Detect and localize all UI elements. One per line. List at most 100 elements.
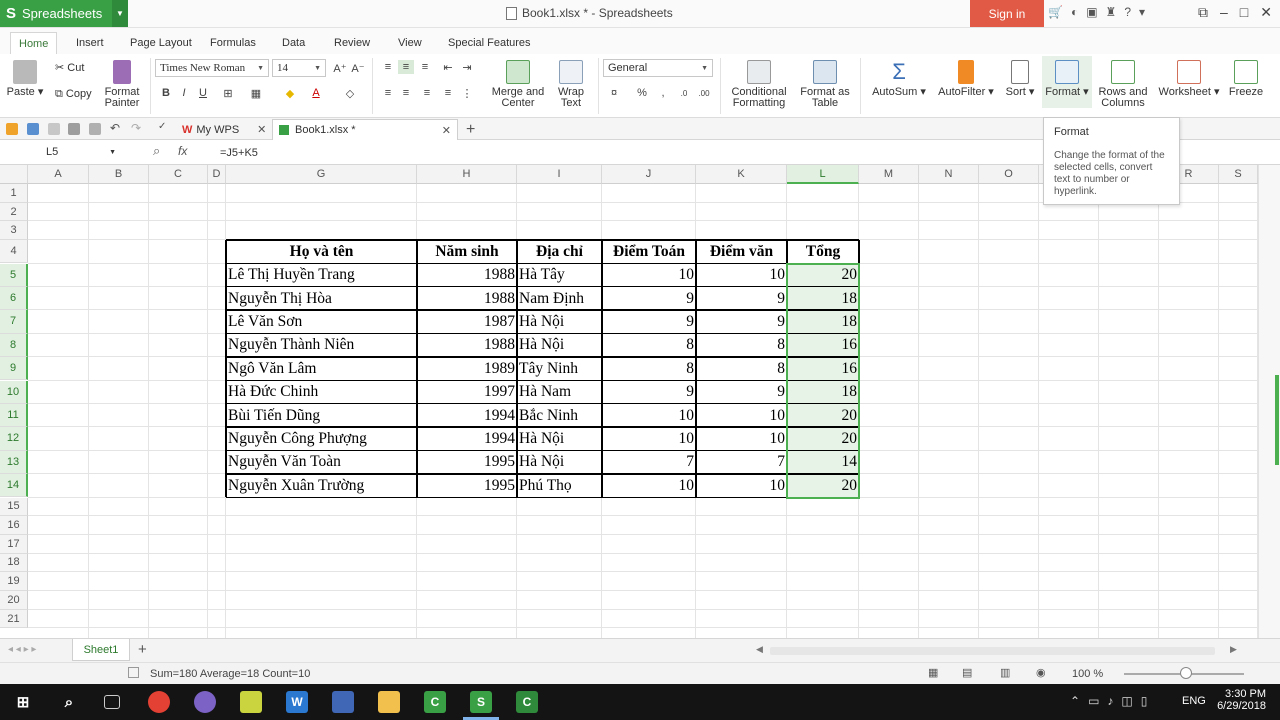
row-header[interactable]: 7 (0, 310, 28, 334)
chevron-down-icon[interactable]: ▼ (112, 0, 128, 27)
sort-button[interactable]: Sort ▾ (1002, 56, 1038, 98)
table-cell[interactable]: Nguyễn Thị Hòa (226, 287, 417, 310)
column-header[interactable]: N (919, 165, 979, 184)
formula-input[interactable]: =J5+K5 (220, 147, 258, 159)
table-cell[interactable]: 10 (696, 264, 787, 287)
scroll-right-icon[interactable]: ▶ (1230, 644, 1237, 655)
column-header[interactable]: M (859, 165, 919, 184)
align-middle-icon[interactable]: ≡ (398, 60, 414, 74)
language-indicator[interactable]: ENG (1182, 695, 1206, 707)
column-header[interactable]: G (226, 165, 417, 184)
viber-icon[interactable] (194, 691, 216, 713)
table-cell[interactable]: 1989 (417, 357, 517, 380)
table-cell[interactable]: 9 (602, 381, 696, 404)
table-cell[interactable]: Bùi Tiến Dũng (226, 404, 417, 427)
ps-icon[interactable] (332, 691, 354, 713)
tab-view[interactable]: View (390, 32, 430, 54)
row-header[interactable]: 12 (0, 427, 28, 451)
align-right-icon[interactable]: ≡ (419, 86, 435, 100)
tab-home[interactable]: Home (10, 32, 58, 54)
underline-icon[interactable]: U (195, 86, 211, 100)
row-header[interactable]: 14 (0, 474, 28, 498)
column-header[interactable]: O (979, 165, 1039, 184)
scroll-left-icon[interactable]: ◀ (756, 644, 763, 655)
battery-icon[interactable]: ▭ (1088, 694, 1099, 708)
row-header[interactable]: 16 (0, 516, 28, 535)
row-header[interactable]: 10 (0, 380, 28, 404)
table-header-cell[interactable]: Địa chỉ (517, 240, 602, 263)
windows-start-icon[interactable]: ⊞ (12, 691, 34, 713)
volume-icon[interactable]: ♪ (1107, 694, 1113, 708)
font-size-select[interactable]: 14 ▼ (272, 59, 326, 77)
new-tab-icon[interactable]: + (460, 119, 481, 140)
network-icon[interactable]: ◫ (1121, 694, 1132, 708)
table-cell[interactable]: 9 (696, 381, 787, 404)
distributed-icon[interactable]: ⋮ (459, 86, 475, 100)
table-cell[interactable]: Nguyễn Công Phượng (226, 427, 417, 450)
notes-icon[interactable] (240, 691, 262, 713)
currency-icon[interactable]: ¤ (606, 86, 622, 100)
table-cell[interactable]: 10 (696, 474, 787, 497)
redo-icon[interactable]: ↷ (131, 121, 143, 135)
table-cell[interactable]: 10 (602, 474, 696, 497)
decrease-decimal-icon[interactable]: .00 (696, 86, 712, 100)
table-cell[interactable]: 1988 (417, 264, 517, 287)
sign-in-button[interactable]: Sign in (970, 0, 1044, 27)
table-cell[interactable]: 1997 (417, 381, 517, 404)
tab-page-layout[interactable]: Page Layout (122, 32, 200, 54)
copy-button[interactable]: ⧉ Copy (55, 88, 92, 101)
help-icon[interactable]: ? (1124, 5, 1131, 19)
print-icon[interactable] (68, 123, 80, 135)
worksheet-button[interactable]: Worksheet ▾ (1156, 56, 1222, 98)
table-cell[interactable]: Hà Nội (517, 310, 602, 333)
table-cell[interactable]: 10 (602, 427, 696, 450)
table-cell[interactable]: Hà Nội (517, 451, 602, 474)
tab-review[interactable]: Review (326, 32, 378, 54)
table-cell[interactable]: 8 (696, 334, 787, 357)
fx-icon[interactable]: fx (178, 144, 187, 158)
row-header[interactable]: 3 (0, 221, 28, 241)
column-header[interactable]: D (208, 165, 226, 184)
tab-formulas[interactable]: Formulas (202, 32, 264, 54)
table-cell[interactable]: Lê Thị Huyền Trang (226, 264, 417, 287)
column-header[interactable]: H (417, 165, 517, 184)
row-header[interactable]: 15 (0, 497, 28, 517)
word-icon[interactable]: W (286, 691, 308, 713)
row-header[interactable]: 9 (0, 357, 28, 381)
align-top-icon[interactable]: ≡ (380, 60, 396, 74)
increase-indent-icon[interactable]: ⇥ (459, 60, 475, 74)
cut-button[interactable]: ✂ Cut (55, 61, 84, 74)
table-style-icon[interactable]: ▦ (248, 86, 264, 100)
row-header[interactable]: 11 (0, 403, 28, 428)
font-name-select[interactable]: Times New Roman ▼ (155, 59, 269, 77)
skin-icon[interactable]: ◐ (1071, 5, 1078, 19)
table-cell[interactable]: Hà Tây (517, 264, 602, 287)
column-header[interactable]: J (602, 165, 696, 184)
table-cell[interactable]: Ngô Văn Lâm (226, 357, 417, 380)
justify-icon[interactable]: ≡ (440, 86, 456, 100)
table-cell[interactable]: 9 (696, 287, 787, 310)
thousands-icon[interactable]: , (655, 86, 671, 100)
row-header[interactable]: 20 (0, 591, 28, 610)
table-cell[interactable]: Lê Văn Sơn (226, 310, 417, 333)
align-center-icon[interactable]: ≡ (398, 86, 414, 100)
table-cell[interactable]: 1988 (417, 334, 517, 357)
row-header[interactable]: 2 (0, 202, 28, 222)
customize-icon[interactable]: ✓ (158, 121, 170, 133)
table-cell[interactable]: 10 (696, 404, 787, 427)
table-cell[interactable]: 1994 (417, 404, 517, 427)
app-menu-button[interactable]: S Spreadsheets ▼ (0, 0, 128, 27)
table-cell[interactable]: Hà Nội (517, 334, 602, 357)
row-header[interactable]: 5 (0, 263, 28, 287)
sheet-tab-sheet1[interactable]: Sheet1 (72, 639, 130, 661)
vertical-scrollbar[interactable] (1258, 165, 1280, 638)
close-icon[interactable]: ✕ (442, 124, 451, 137)
table-cell[interactable]: Bắc Ninh (517, 404, 602, 427)
table-cell[interactable]: 7 (602, 451, 696, 474)
number-format-select[interactable]: General ▼ (603, 59, 713, 77)
reading-mode-icon[interactable]: ▥ (1000, 666, 1010, 679)
wrap-text-button[interactable]: Wrap Text (552, 56, 590, 109)
font-color-icon[interactable]: A (308, 86, 324, 100)
table-cell[interactable]: Hà Nam (517, 381, 602, 404)
row-header[interactable]: 1 (0, 184, 28, 203)
